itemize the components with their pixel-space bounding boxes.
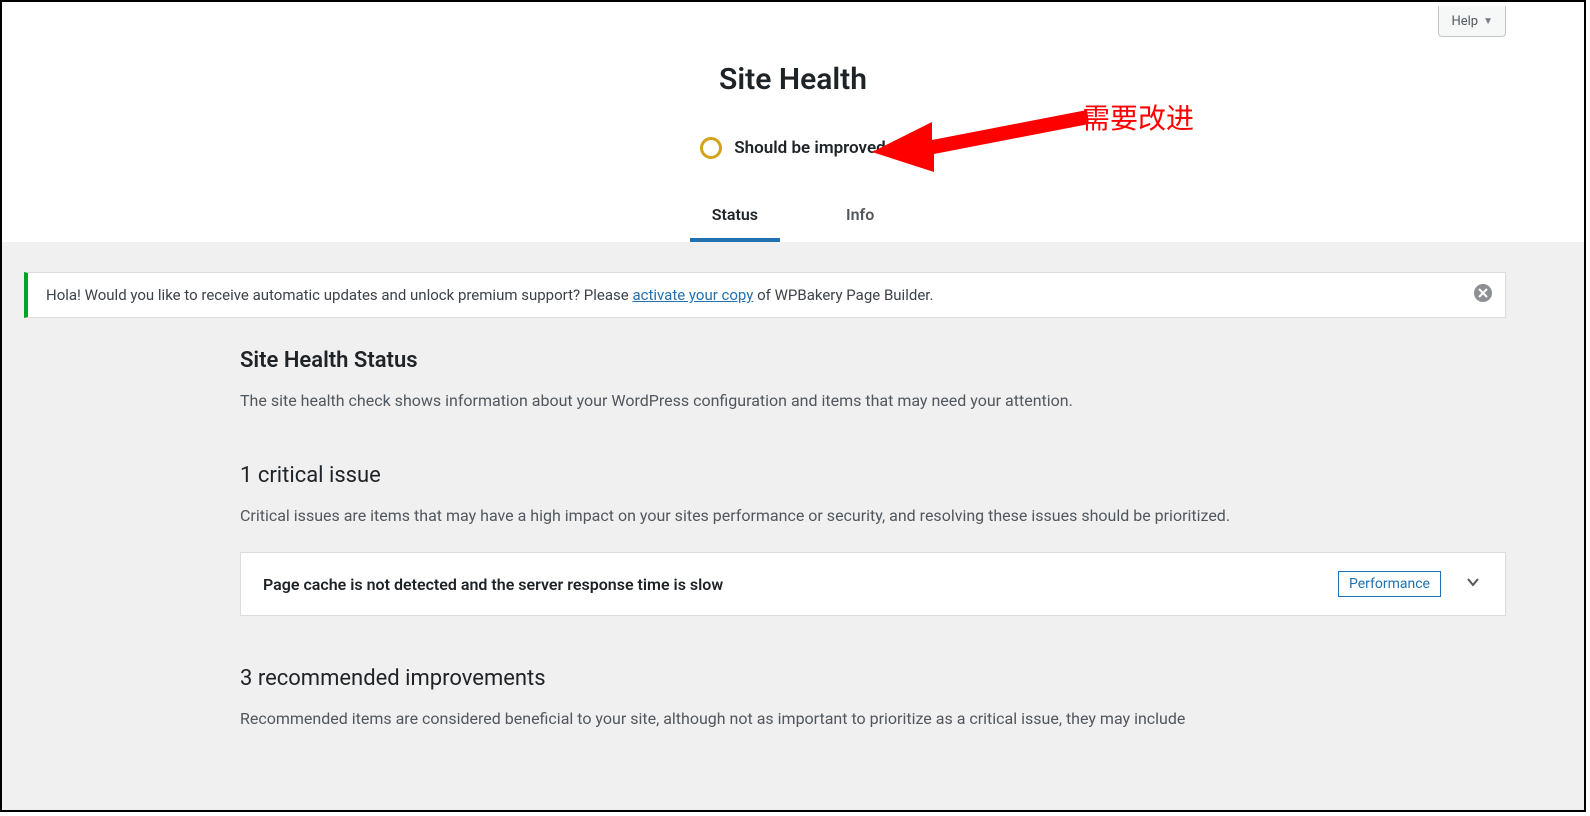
page-title: Site Health bbox=[2, 62, 1584, 97]
critical-issues-desc: Critical issues are items that may have … bbox=[240, 504, 1506, 528]
chevron-down-icon bbox=[1463, 572, 1483, 596]
tab-status[interactable]: Status bbox=[690, 191, 780, 242]
recommended-heading: 3 recommended improvements bbox=[240, 666, 1506, 691]
tab-info[interactable]: Info bbox=[824, 191, 896, 242]
notice-dismiss-button[interactable] bbox=[1473, 283, 1495, 305]
issue-title: Page cache is not detected and the serve… bbox=[263, 575, 1338, 594]
notice-text-prefix: Hola! Would you like to receive automati… bbox=[46, 286, 632, 304]
help-button[interactable]: Help ▼ bbox=[1438, 6, 1506, 37]
help-label: Help bbox=[1451, 14, 1478, 29]
close-icon bbox=[1473, 283, 1493, 303]
issue-row[interactable]: Page cache is not detected and the serve… bbox=[240, 552, 1506, 616]
notice-wpbakery: Hola! Would you like to receive automati… bbox=[24, 272, 1506, 318]
section-title: Site Health Status bbox=[240, 348, 1506, 373]
notice-text-suffix: of WPBakery Page Builder. bbox=[753, 286, 933, 304]
status-text: Should be improved bbox=[734, 138, 885, 158]
tabs: Status Info bbox=[2, 191, 1584, 242]
site-health-status-indicator: Should be improved bbox=[2, 137, 1584, 159]
chevron-down-icon: ▼ bbox=[1483, 16, 1493, 27]
annotation-text: 需要改进 bbox=[1082, 97, 1194, 137]
section-desc: The site health check shows information … bbox=[240, 389, 1506, 413]
critical-issues-heading: 1 critical issue bbox=[240, 463, 1506, 488]
issue-badge-performance: Performance bbox=[1338, 571, 1441, 597]
status-progress-icon bbox=[700, 137, 722, 159]
notice-activate-link[interactable]: activate your copy bbox=[632, 286, 753, 304]
recommended-desc: Recommended items are considered benefic… bbox=[240, 707, 1506, 731]
